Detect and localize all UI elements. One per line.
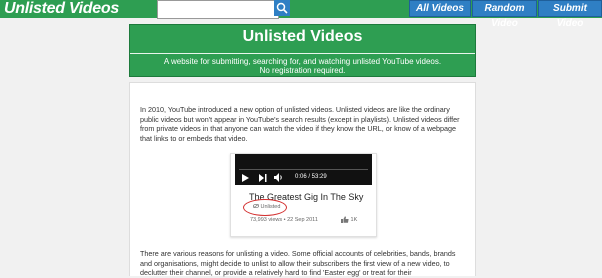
unlisted-label: Unlisted [260,204,281,210]
progress-bar[interactable] [239,169,368,170]
hero-title: Unlisted Videos [242,28,363,45]
next-icon[interactable] [259,174,267,182]
unlisted-badge: Unlisted [252,203,281,210]
nav-submit-video[interactable]: Submit Video [538,0,602,29]
volume-icon[interactable] [274,173,284,182]
video-time: 0:06 / 53:29 [295,174,327,180]
hero-divider [130,53,475,54]
video-player[interactable]: 0:06 / 53:29 [235,154,372,185]
play-icon[interactable] [241,174,249,182]
hero-subtitle-2: No registration required. [259,66,346,75]
thumbs-up-icon[interactable] [341,216,349,223]
search-input[interactable] [157,0,279,19]
site-logo[interactable]: Unlisted Videos [4,0,119,18]
nav-random-video[interactable]: Random Video [472,0,537,29]
nav-all-videos[interactable]: All Videos [409,0,471,17]
video-card[interactable]: 0:06 / 53:29 The Greatest Gig In The Sky… [230,153,377,237]
video-meta: 73,993 views • 22 Sep 2011 [250,217,318,223]
likes-count: 1K [350,216,358,223]
hero-banner: Unlisted Videos A website for submitting… [129,24,476,77]
top-bar: Unlisted Videos All Videos Random Video … [0,0,602,29]
hero-subtitle-1: A website for submitting, searching for,… [163,57,442,66]
search-button[interactable] [274,0,290,16]
eye-off-icon [252,203,260,209]
content-panel: In 2010, YouTube introduced a new option… [129,82,476,277]
intro-paragraph: In 2010, YouTube introduced a new option… [140,105,460,143]
likes[interactable]: 1K [341,216,357,223]
search-icon [276,2,288,14]
reasons-paragraph: There are various reasons for unlisting … [140,249,456,277]
